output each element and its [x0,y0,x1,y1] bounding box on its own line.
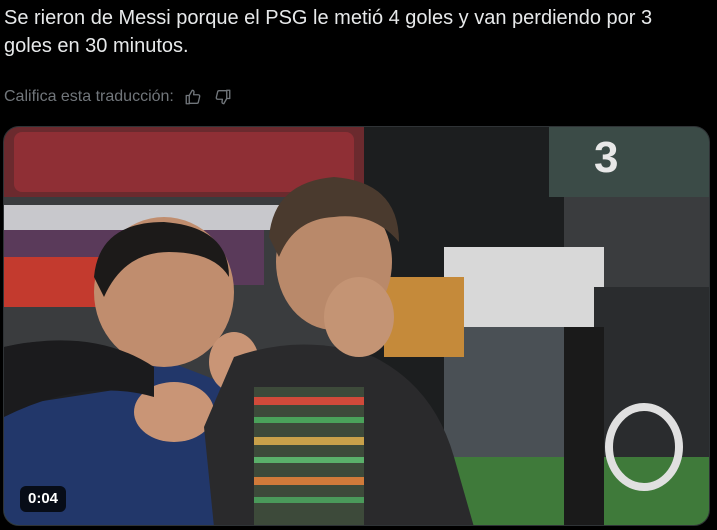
post-text: Se rieron de Messi porque el PSG le meti… [4,7,653,57]
video-player[interactable]: 3 0:04 [3,126,710,526]
translation-rating: Califica esta traducción: [4,86,234,108]
thumbs-up-icon[interactable] [182,86,204,108]
rate-translation-label: Califica esta traducción: [4,88,174,105]
jersey-number: 3 [594,133,618,182]
video-timestamp: 0:04 [20,486,67,512]
video-thumbnail[interactable]: 3 [4,127,710,526]
thumbs-down-icon[interactable] [212,86,234,108]
